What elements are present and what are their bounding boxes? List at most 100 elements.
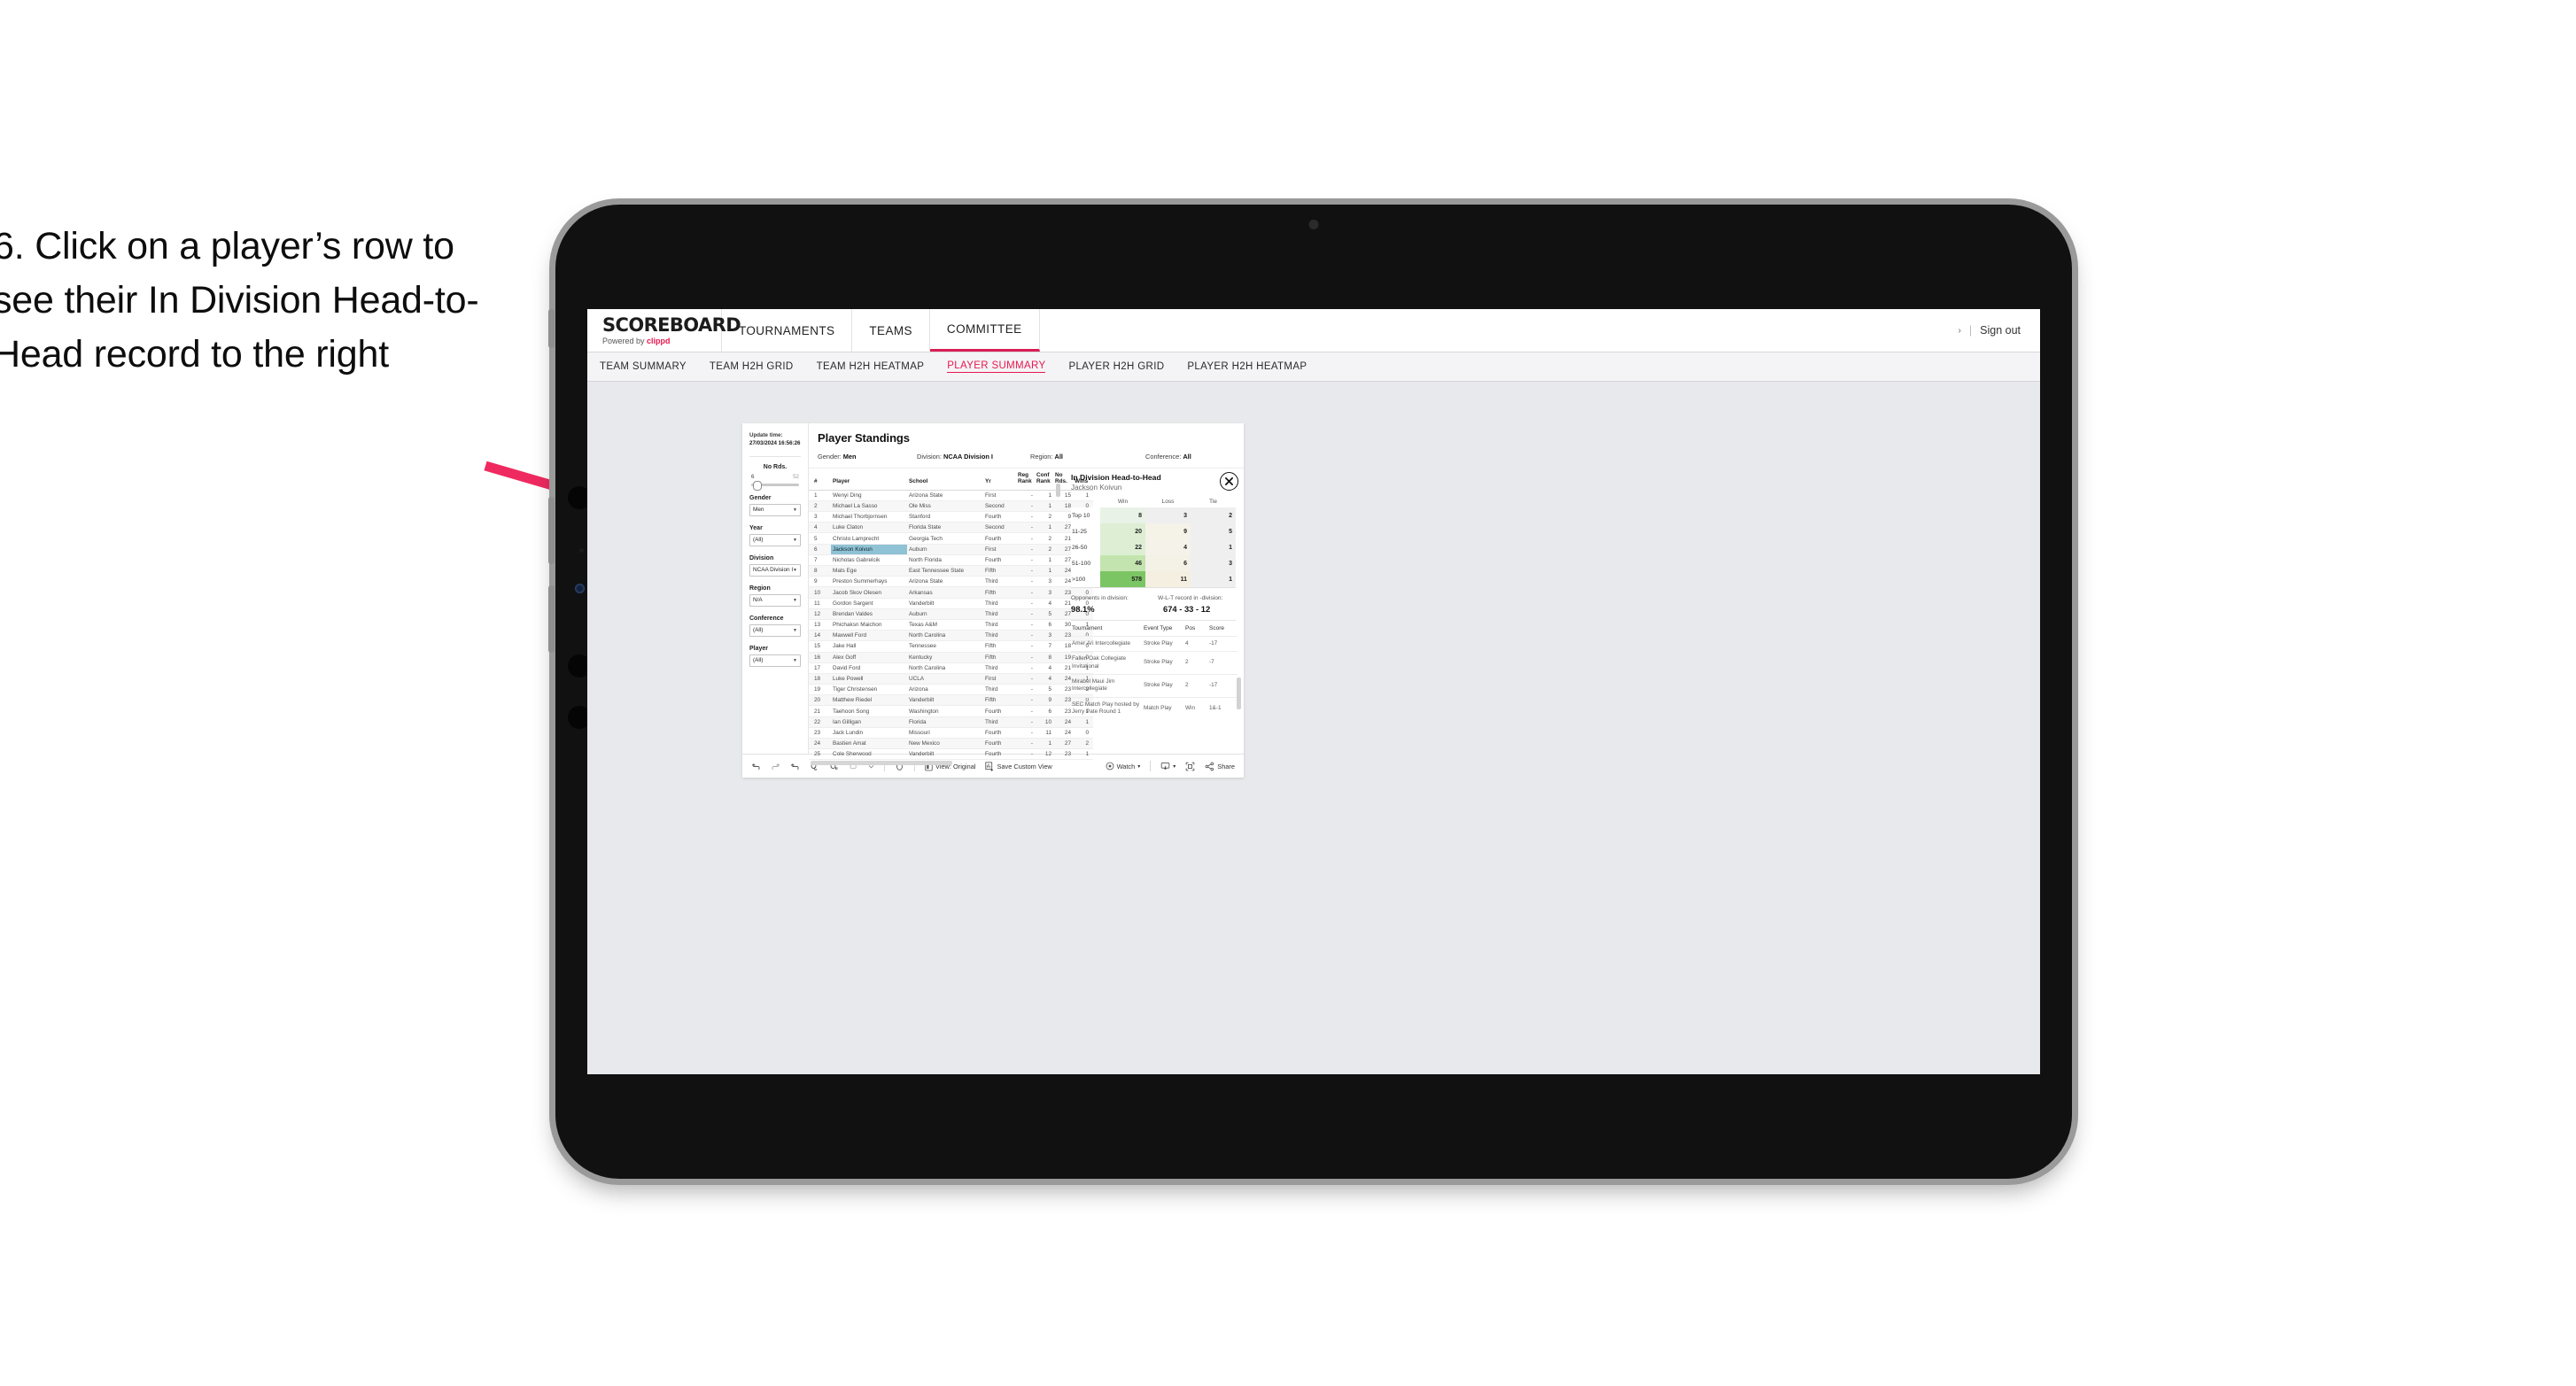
table-row[interactable]: 16 Alex Goff Kentucky Fifth -8 19 0 — [809, 652, 1093, 663]
col-year[interactable]: Yr — [983, 468, 1016, 491]
criteria-conference: Conference: All — [1145, 453, 1191, 461]
list-item[interactable]: SEC Match Play hosted by Jerry Pate Roun… — [1071, 696, 1238, 720]
heatmap-cell[interactable]: 578 — [1100, 571, 1145, 587]
heatmap-cell[interactable]: 4 — [1145, 539, 1191, 555]
slider-handle[interactable] — [753, 480, 762, 491]
table-row[interactable]: 14 Maxwell Ford North Carolina Third -3 23 0 — [809, 630, 1093, 642]
list-item[interactable]: Fallen Oak Collegiate Invitational Stroke… — [1071, 651, 1238, 675]
nav-teams[interactable]: TEAMS — [852, 309, 930, 352]
table-row[interactable]: 15 Jake Hall Tennessee Fifth -7 18 0 — [809, 640, 1093, 653]
table-row[interactable]: 4Luke ClatonFlorida StateSecond-1272 — [809, 522, 1093, 534]
filter-division: Division NCAA Division I ▼ — [749, 555, 801, 577]
close-circle-icon[interactable] — [1220, 472, 1238, 491]
table-row[interactable]: 18 Luke Powell UCLA First -4 24 1 — [809, 673, 1093, 685]
tab-team-h2h-heatmap[interactable]: TEAM H2H HEATMAP — [817, 361, 925, 372]
heatmap-cell[interactable]: 11 — [1145, 571, 1191, 587]
tab-player-h2h-grid[interactable]: PLAYER H2H GRID — [1068, 361, 1164, 372]
col-rank[interactable]: # — [809, 468, 831, 491]
heatmap-cell[interactable]: 6 — [1145, 555, 1191, 571]
table-row[interactable]: 9 Preston Summerhays Arizona State Third -3 2… — [809, 576, 1093, 588]
no-rounds-slider[interactable] — [751, 480, 799, 491]
fullscreen-icon[interactable] — [1185, 762, 1195, 771]
nav-committee[interactable]: COMMITTEE — [929, 309, 1040, 352]
scrollbar-thumb[interactable] — [1237, 678, 1241, 709]
table-row[interactable]: 5 Christo Lamprecht Georgia Tech Fourth -2 21… — [809, 532, 1093, 545]
table-row[interactable]: 22 Ian Gilligan Florida Third -10 24 1 — [809, 716, 1093, 728]
heatmap-cell[interactable]: 8 — [1100, 507, 1145, 523]
table-row[interactable]: 17 David Ford North Carolina Third -4 21 1 — [809, 662, 1093, 674]
cell-reg-rank: - — [1016, 727, 1035, 739]
col-player[interactable]: Player — [831, 468, 907, 491]
divider — [1071, 587, 1236, 588]
table-row[interactable]: 1 Wenyi Ding Arizona State First -1 15 1 — [809, 490, 1093, 501]
cell-rank: 9 — [809, 576, 831, 588]
cell-player: Jacob Skov Olesen — [831, 586, 907, 599]
cell-rank: 16 — [809, 652, 831, 663]
heatmap-cell[interactable]: 5 — [1191, 523, 1236, 539]
table-row[interactable]: 20 Matthew Riedel Vanderbilt Fifth -9 23 0 — [809, 694, 1093, 707]
tab-team-h2h-grid[interactable]: TEAM H2H GRID — [710, 361, 794, 372]
tournament-scrollbar[interactable] — [1237, 678, 1241, 743]
heatmap-cell[interactable]: 20 — [1100, 523, 1145, 539]
share-button[interactable]: Share — [1205, 762, 1235, 771]
filter-gender-select[interactable]: Men ▼ — [749, 503, 801, 516]
table-row[interactable]: 3Michael ThorbjornsenStanfordFourth-291 — [809, 511, 1093, 523]
heatmap-cell[interactable]: 1 — [1191, 539, 1236, 555]
filter-conference-select[interactable]: (All) ▼ — [749, 623, 801, 637]
table-row[interactable]: 13 Phichaksn Maichon Texas A&M Third -6 30 1 — [809, 619, 1093, 631]
heatmap-cell[interactable]: 3 — [1191, 555, 1236, 571]
cell-event-type: Stroke Play — [1143, 673, 1184, 698]
tab-team-summary[interactable]: TEAM SUMMARY — [600, 361, 687, 372]
revert-icon[interactable] — [790, 762, 800, 771]
heatmap-cell[interactable]: 22 — [1100, 539, 1145, 555]
redo-icon[interactable] — [771, 762, 780, 771]
table-row[interactable]: 12 Brendan Valdes Auburn Third -5 27 0 — [809, 608, 1093, 620]
filter-player-select[interactable]: (All) ▼ — [749, 654, 801, 667]
table-row[interactable]: 11 Gordon Sargent Vanderbilt Third -4 21 0 — [809, 598, 1093, 609]
nav-tournaments[interactable]: TOURNAMENTS — [722, 309, 853, 352]
save-custom-view-label: Save Custom View — [997, 762, 1052, 770]
filter-division-select[interactable]: NCAA Division I ▼ — [749, 563, 801, 577]
filter-year-select[interactable]: (All) ▼ — [749, 533, 801, 546]
col-school[interactable]: School — [907, 468, 983, 491]
heatmap-cell[interactable]: 1 — [1191, 571, 1236, 587]
table-row[interactable]: 21 Taehoon Song Washington Fourth -6 23 1 — [809, 705, 1093, 717]
tab-player-h2h-heatmap[interactable]: PLAYER H2H HEATMAP — [1187, 361, 1307, 372]
table-row[interactable]: 7 Nicholas Gabrelcik North Florida Fourth -1… — [809, 554, 1093, 567]
table-row[interactable]: 6Jackson KoivunAuburnFirst-2271 — [809, 544, 1093, 555]
filter-region-select[interactable]: N/A ▼ — [749, 593, 801, 607]
undo-icon[interactable] — [751, 762, 761, 771]
col-conf-rank[interactable]: Conf Rank — [1035, 468, 1053, 491]
table-row[interactable]: 2 Michael La Sasso Ole Miss Second -1 18 0 — [809, 500, 1093, 513]
tab-player-summary[interactable]: PLAYER SUMMARY — [947, 360, 1046, 373]
stat-wlt-record: W-L-T record in -division: 674 - 33 - 12 — [1158, 595, 1222, 614]
table-row[interactable]: 10 Jacob Skov Olesen Arkansas Fifth -3 23 0 — [809, 586, 1093, 599]
stat-opponents-value: 98.1% — [1071, 604, 1095, 614]
heatmap-cell[interactable]: 3 — [1145, 507, 1191, 523]
divider — [1150, 761, 1152, 771]
table-row[interactable]: 19 Tiger Christensen Arizona Third -5 23 2 — [809, 684, 1093, 696]
table-row[interactable]: 23 Jack Lundin Missouri Fourth -11 24 0 — [809, 727, 1093, 739]
cell-conf-rank: 2 — [1035, 544, 1053, 555]
cell-player: Tiger Christensen — [831, 684, 907, 696]
filter-gender-value: Men — [753, 507, 764, 514]
watch-button[interactable]: Watch ▾ — [1106, 762, 1140, 770]
cell-score: -17 — [1208, 635, 1238, 652]
table-row[interactable]: 8Mats EgeEast Tennessee StateFifth-1242 — [809, 565, 1093, 577]
app-logo[interactable]: SCOREBOARD Powered by clippd — [587, 309, 741, 352]
save-custom-view-button[interactable]: Save Custom View — [985, 761, 1052, 771]
heatmap-cell[interactable]: 46 — [1100, 555, 1145, 571]
criteria-conference-value: All — [1183, 453, 1191, 461]
table-row[interactable]: 25 Cole Sherwood Vanderbilt Fourth -12 23 1 — [809, 748, 1093, 761]
chevron-right-icon[interactable]: › — [1959, 326, 1961, 336]
download-button[interactable]: ▾ — [1160, 762, 1175, 771]
list-item[interactable]: Mirabel Maui Jim Intercollegiate Stroke P… — [1071, 673, 1238, 698]
heatmap-cell[interactable]: 2 — [1191, 507, 1236, 523]
list-item[interactable]: Amer Ari Intercollegiate Stroke Play 4 -17 — [1071, 635, 1238, 652]
sign-out-button[interactable]: Sign out — [1980, 324, 2021, 337]
scrollbar-thumb[interactable] — [811, 761, 952, 766]
table-row[interactable]: 24 Bastien Amat New Mexico Fourth -1 27 2 — [809, 738, 1093, 750]
col-reg-rank[interactable]: Reg Rank — [1016, 468, 1035, 491]
heatmap-cell[interactable]: 9 — [1145, 523, 1191, 539]
filter-year-value: (All) — [753, 537, 764, 544]
